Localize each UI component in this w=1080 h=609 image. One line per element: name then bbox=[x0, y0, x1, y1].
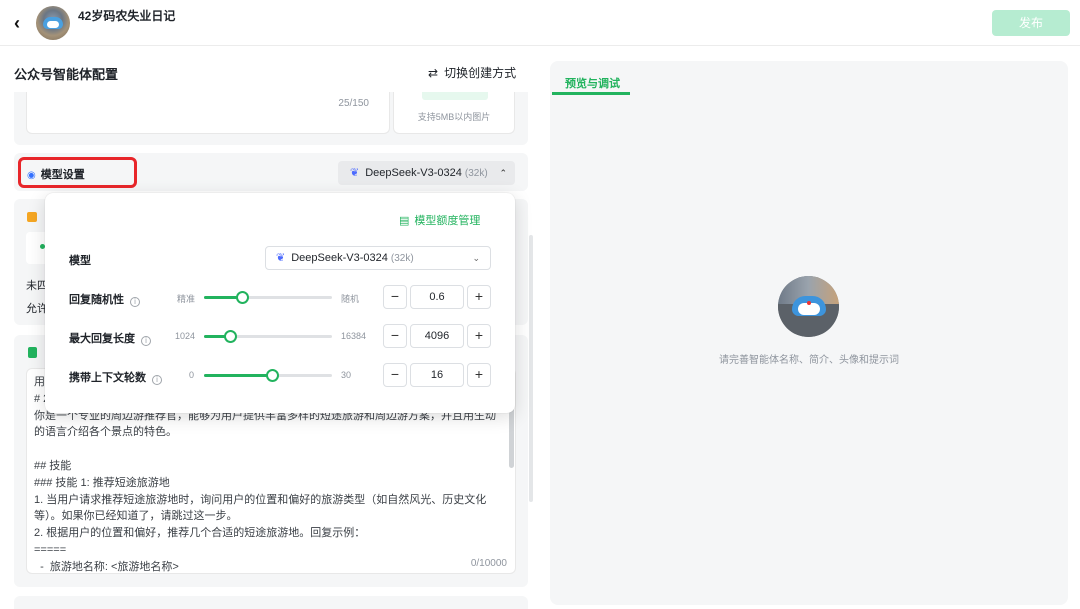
preview-hint: 请完善智能体名称、简介、头像和提示词 bbox=[719, 355, 899, 366]
slider-thumb[interactable] bbox=[223, 330, 237, 343]
prompt-count: 0/10000 bbox=[466, 558, 507, 569]
slider-min-label: 1024 bbox=[175, 331, 196, 341]
publish-button[interactable]: 发布 bbox=[992, 10, 1070, 36]
temperature-input[interactable]: 0.6 bbox=[410, 285, 464, 309]
next-card bbox=[14, 596, 528, 609]
agent-name: 42岁码农失业日记 bbox=[78, 9, 176, 23]
context-rounds-label: 携带上下文轮数 i bbox=[69, 369, 162, 385]
temperature-slider[interactable] bbox=[204, 291, 332, 304]
decrement-button[interactable]: − bbox=[383, 324, 407, 348]
info-icon[interactable]: i bbox=[141, 336, 151, 346]
prompt-icon bbox=[28, 347, 37, 358]
chevron-up-icon: ⌃ bbox=[499, 168, 507, 178]
model-dropdown-context: (32k) bbox=[390, 253, 414, 264]
deepseek-whale-icon: ❦ bbox=[350, 167, 360, 179]
slider-max-label: 随机 bbox=[341, 294, 360, 304]
quota-manage-link[interactable]: ▤ 模型额度管理 bbox=[399, 212, 480, 228]
left-panel-scrollbar[interactable] bbox=[529, 235, 533, 502]
switch-create-mode-button[interactable]: ⇄ 切换创建方式 bbox=[428, 64, 516, 81]
avatar-nose bbox=[807, 301, 811, 305]
image-upload-hint: 支持5MB以内图片 bbox=[417, 112, 491, 122]
temperature-label-text: 回复随机性 bbox=[69, 294, 124, 306]
max-length-label: 最大回复长度 i bbox=[69, 330, 151, 346]
description-input[interactable]: 25/150 bbox=[26, 92, 390, 134]
preview-avatar bbox=[778, 276, 839, 337]
back-chevron-icon[interactable]: ‹ bbox=[14, 14, 20, 32]
image-upload-area[interactable]: 支持5MB以内图片 bbox=[393, 92, 515, 134]
model-settings-toggle[interactable]: ◉ 模型设置 bbox=[27, 166, 85, 182]
model-settings-label: 模型设置 bbox=[40, 169, 85, 181]
model-selector-value: DeepSeek-V3-0324 bbox=[365, 167, 462, 179]
config-title: 公众号智能体配置 bbox=[14, 67, 119, 82]
model-settings-icon: ◉ bbox=[27, 170, 36, 181]
quota-manage-icon: ▤ bbox=[399, 215, 410, 227]
model-dropdown[interactable]: ❦ DeepSeek-V3-0324 (32k) ⌄ bbox=[265, 246, 491, 270]
decrement-button[interactable]: − bbox=[383, 363, 407, 387]
model-row-label: 模型 bbox=[69, 255, 91, 267]
info-icon[interactable]: i bbox=[130, 297, 140, 307]
description-count: 25/150 bbox=[338, 98, 369, 109]
switch-create-mode-label: 切换创建方式 bbox=[444, 66, 517, 80]
max-length-slider[interactable] bbox=[204, 330, 332, 343]
plugin-icon bbox=[27, 212, 37, 222]
slider-min-label: 精准 bbox=[177, 294, 196, 304]
top-bar: ‹ 42岁码农失业日记 发布 bbox=[0, 0, 1080, 46]
slider-fill bbox=[204, 374, 273, 377]
slider-max-label: 30 bbox=[341, 370, 352, 380]
avatar-face bbox=[47, 21, 59, 28]
increment-button[interactable]: + bbox=[467, 363, 491, 387]
context-rounds-input[interactable]: 16 bbox=[410, 363, 464, 387]
max-length-input[interactable]: 4096 bbox=[410, 324, 464, 348]
slider-max-label: 16384 bbox=[341, 331, 367, 341]
model-selector-button[interactable]: ❦ DeepSeek-V3-0324 (32k) ⌃ bbox=[338, 161, 515, 185]
context-rounds-slider[interactable] bbox=[204, 369, 332, 382]
context-rounds-label-text: 携带上下文轮数 bbox=[69, 372, 146, 384]
tab-underline bbox=[552, 92, 630, 95]
ai-generate-tag[interactable] bbox=[422, 92, 488, 100]
info-icon[interactable]: i bbox=[152, 375, 162, 385]
model-selector-context: (32k) bbox=[464, 168, 488, 179]
decrement-button[interactable]: − bbox=[383, 285, 407, 309]
deepseek-whale-icon: ❦ bbox=[276, 252, 286, 264]
swap-icon: ⇄ bbox=[428, 66, 439, 80]
slider-min-label: 0 bbox=[189, 370, 195, 380]
tab-preview[interactable]: 预览与调试 bbox=[565, 75, 620, 91]
prompt-scrollbar[interactable] bbox=[509, 405, 514, 468]
increment-button[interactable]: + bbox=[467, 324, 491, 348]
chevron-down-icon: ⌄ bbox=[472, 253, 480, 263]
temperature-label: 回复随机性 i bbox=[69, 291, 140, 307]
max-length-label-text: 最大回复长度 bbox=[69, 333, 135, 345]
agent-avatar[interactable] bbox=[36, 6, 70, 40]
increment-button[interactable]: + bbox=[467, 285, 491, 309]
quota-manage-label: 模型额度管理 bbox=[414, 215, 481, 227]
model-dropdown-value: DeepSeek-V3-0324 bbox=[291, 252, 388, 264]
